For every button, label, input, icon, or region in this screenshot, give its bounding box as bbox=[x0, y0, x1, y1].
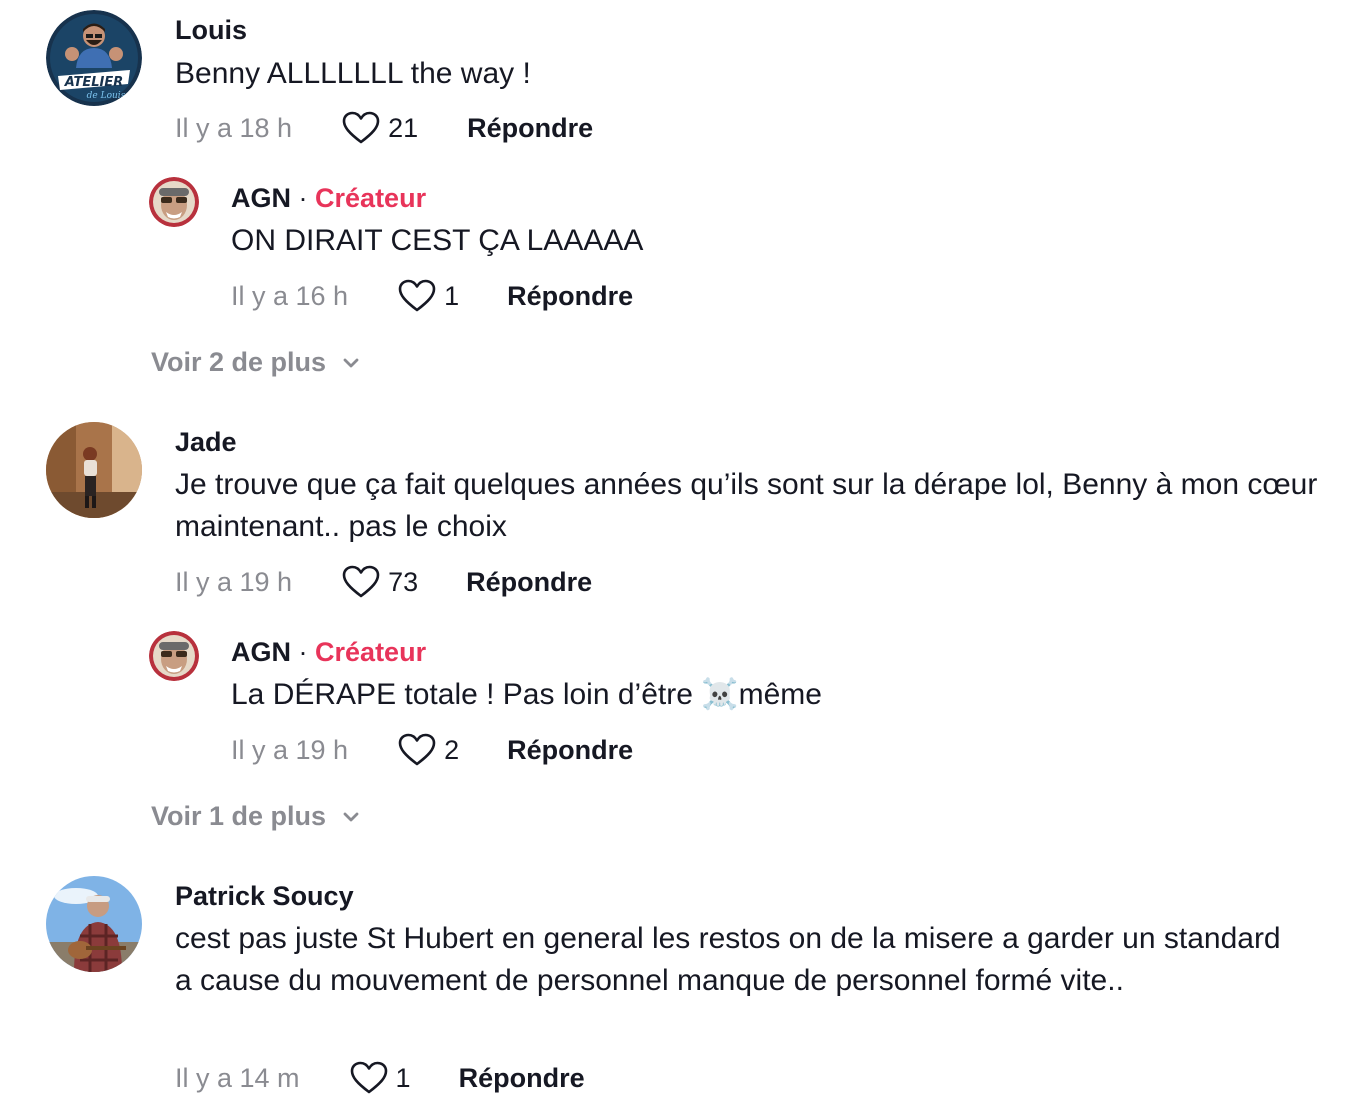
like-button[interactable]: 73 bbox=[342, 565, 418, 599]
view-more-replies-button[interactable]: Voir 1 de plus bbox=[151, 801, 362, 832]
jade-photo-avatar-icon bbox=[46, 422, 142, 518]
atelier-de-louis-logo-icon: ATELIER de Louis bbox=[46, 10, 142, 106]
comment-username[interactable]: Patrick Soucy bbox=[175, 881, 354, 912]
reply-username[interactable]: AGN · Créateur bbox=[231, 183, 426, 214]
comment-meta: Il y a 18 h 21 Répondre bbox=[175, 110, 593, 146]
avatar[interactable] bbox=[46, 876, 142, 972]
view-more-label: Voir 2 de plus bbox=[151, 347, 327, 377]
reply-timestamp: Il y a 16 h bbox=[231, 280, 349, 311]
comment-text: Je trouve que ça fait quelques années qu… bbox=[175, 468, 1318, 543]
comment-timestamp: Il y a 18 h bbox=[175, 112, 293, 143]
like-count: 73 bbox=[388, 566, 419, 597]
separator-dot: · bbox=[298, 637, 308, 667]
like-count: 2 bbox=[444, 734, 460, 765]
chevron-down-icon bbox=[340, 352, 362, 374]
like-count: 1 bbox=[444, 280, 460, 311]
comment-timestamp: Il y a 19 h bbox=[175, 566, 293, 597]
patrick-photo-avatar-icon bbox=[46, 876, 142, 972]
heart-icon[interactable] bbox=[398, 733, 436, 767]
like-count: 1 bbox=[395, 1062, 411, 1093]
like-button[interactable]: 1 bbox=[398, 279, 459, 313]
avatar[interactable] bbox=[46, 422, 142, 518]
reply-button[interactable]: Répondre bbox=[467, 113, 593, 144]
svg-text:ATELIER: ATELIER bbox=[64, 75, 124, 90]
like-button[interactable]: 1 bbox=[350, 1061, 411, 1095]
avatar[interactable] bbox=[149, 631, 199, 681]
comment-text: Benny ALLLLLLL the way ! bbox=[175, 57, 531, 90]
reply-username[interactable]: AGN · Créateur bbox=[231, 637, 426, 668]
reply-meta: Il y a 16 h 1 Répondre bbox=[231, 278, 633, 314]
heart-icon[interactable] bbox=[398, 279, 436, 313]
comment-timestamp: Il y a 14 m bbox=[175, 1062, 300, 1093]
comment-text: cest pas juste St Hubert en general les … bbox=[175, 922, 1281, 997]
avatar[interactable]: ATELIER de Louis bbox=[46, 10, 142, 106]
avatar[interactable] bbox=[149, 177, 199, 227]
agn-avatar-icon bbox=[149, 177, 199, 227]
reply-text: La DÉRAPE totale ! Pas loin d’être ☠️mêm… bbox=[231, 678, 822, 711]
reply-button[interactable]: Répondre bbox=[466, 567, 592, 598]
agn-avatar-icon bbox=[149, 631, 199, 681]
view-more-label: Voir 1 de plus bbox=[151, 801, 327, 831]
heart-icon[interactable] bbox=[342, 565, 380, 599]
separator-dot: · bbox=[298, 183, 308, 213]
reply-meta: Il y a 19 h 2 Répondre bbox=[231, 732, 633, 768]
chevron-down-icon bbox=[340, 806, 362, 828]
reply-text: ON DIRAIT CEST ÇA LAAAAA bbox=[231, 224, 644, 257]
comment-username[interactable]: Jade bbox=[175, 427, 237, 458]
reply-button[interactable]: Répondre bbox=[507, 281, 633, 312]
reply-timestamp: Il y a 19 h bbox=[231, 734, 349, 765]
view-more-replies-button[interactable]: Voir 2 de plus bbox=[151, 347, 362, 378]
reply-author-name[interactable]: AGN bbox=[231, 637, 291, 667]
like-count: 21 bbox=[388, 112, 419, 143]
svg-text:de Louis: de Louis bbox=[87, 91, 126, 101]
reply-button[interactable]: Répondre bbox=[507, 735, 633, 766]
comment-meta: Il y a 14 m 1 Répondre bbox=[175, 1060, 585, 1096]
creator-badge: Créateur bbox=[315, 183, 427, 213]
comment-username[interactable]: Louis bbox=[175, 15, 247, 46]
heart-icon[interactable] bbox=[350, 1061, 388, 1095]
like-button[interactable]: 21 bbox=[342, 111, 418, 145]
creator-badge: Créateur bbox=[315, 637, 427, 667]
like-button[interactable]: 2 bbox=[398, 733, 459, 767]
reply-button[interactable]: Répondre bbox=[459, 1063, 585, 1094]
heart-icon[interactable] bbox=[342, 111, 380, 145]
reply-author-name[interactable]: AGN bbox=[231, 183, 291, 213]
comment-meta: Il y a 19 h 73 Répondre bbox=[175, 564, 592, 600]
